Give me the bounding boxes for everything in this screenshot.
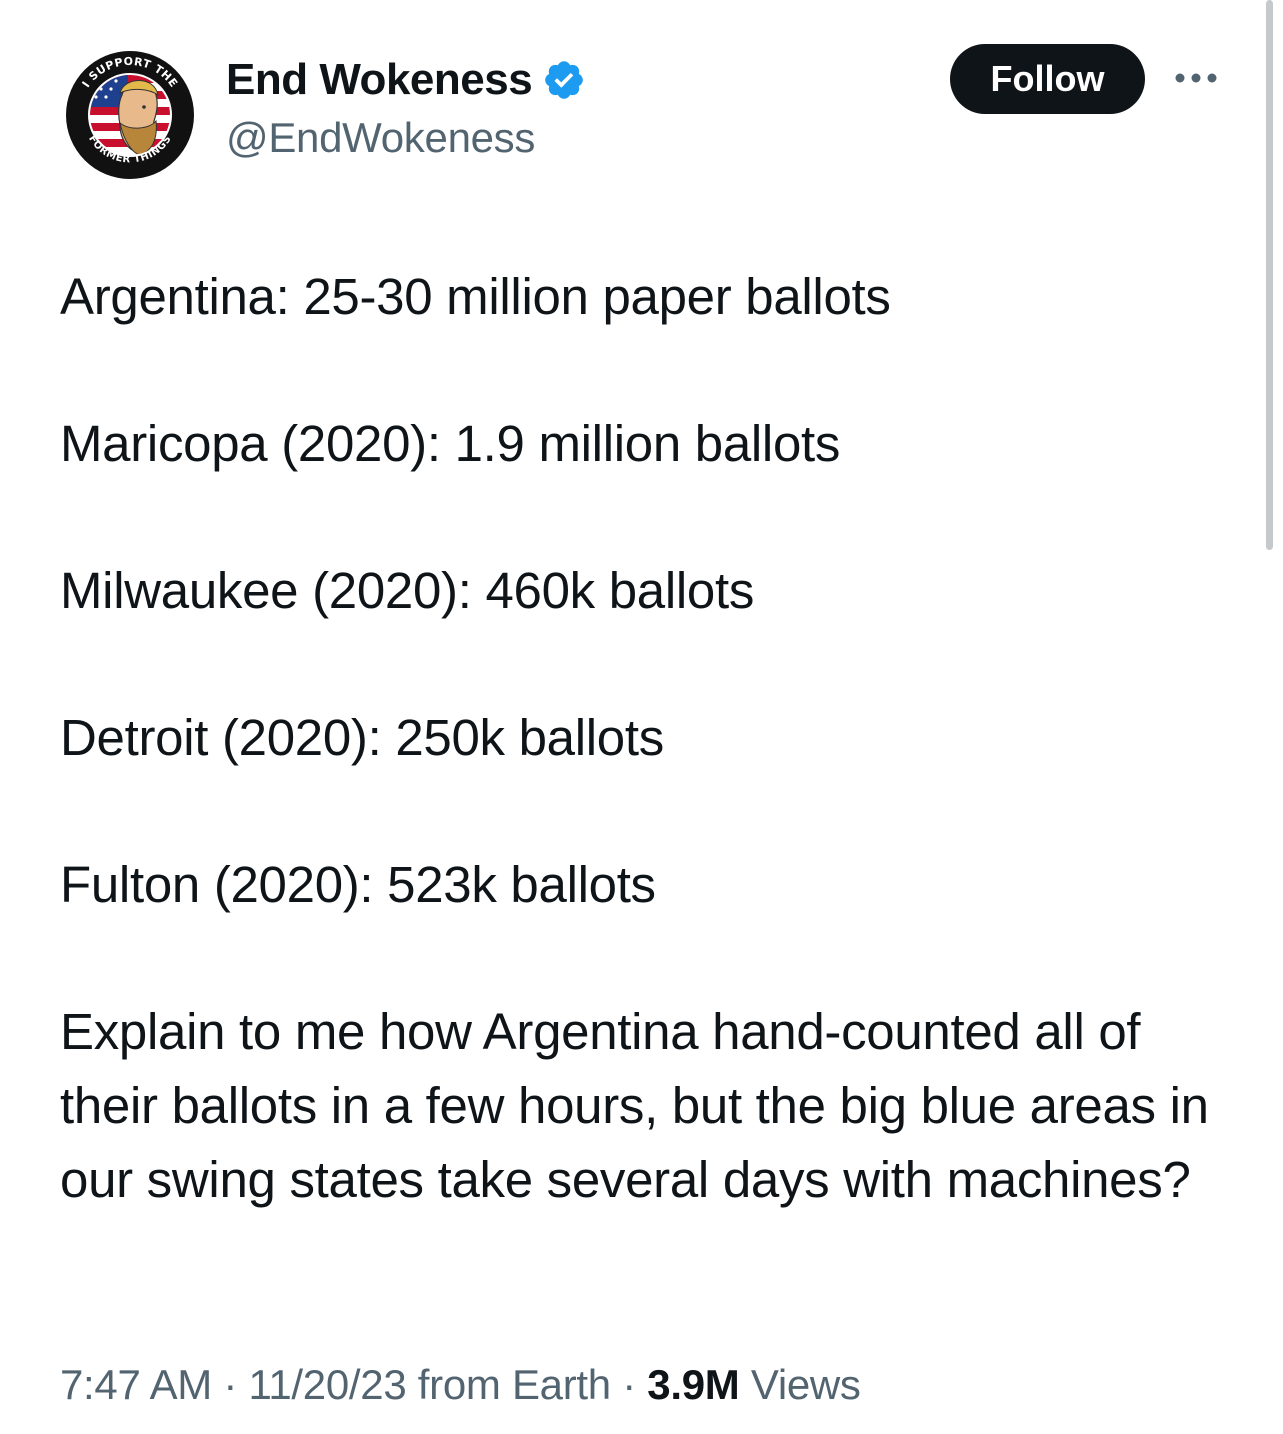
tweet-paragraph-milwaukee: Milwaukee (2020): 460k ballots [60,562,755,619]
tweet-paragraph-fulton: Fulton (2020): 523k ballots [60,856,656,913]
tweet-paragraph-maricopa: Maricopa (2020): 1.9 million ballots [60,415,841,472]
author-info: End Wokeness @EndWokeness [226,52,586,162]
tweet-date[interactable]: 11/20/23 [248,1361,406,1408]
author-handle[interactable]: @EndWokeness [226,114,586,162]
tweet-paragraph-detroit: Detroit (2020): 250k ballots [60,709,664,766]
avatar-badge-icon: I SUPPORT THE FORMER THINGS [60,45,200,185]
author-display-name[interactable]: End Wokeness [226,55,533,105]
tweet-paragraph-question: Explain to me how Argentina hand-counted… [60,1003,1209,1208]
tweet-paragraph-argentina: Argentina: 25-30 million paper ballots [60,268,891,325]
verified-badge-icon[interactable] [542,58,586,102]
meta-separator: · [212,1361,249,1408]
follow-button[interactable]: Follow [950,44,1145,114]
tweet-container: I SUPPORT THE FORMER THINGS End Wokeness… [0,0,1283,1434]
meta-separator: · [610,1361,648,1408]
more-options-icon[interactable] [1168,58,1224,98]
author-avatar[interactable]: I SUPPORT THE FORMER THINGS [60,45,200,185]
tweet-meta: 7:47 AM · 11/20/23 from Earth · 3.9M Vie… [60,1361,861,1409]
tweet-source: from Earth [417,1361,611,1408]
views-count[interactable]: 3.9M [647,1361,739,1408]
scrollbar-thumb[interactable] [1266,0,1273,550]
tweet-text: Argentina: 25-30 million paper ballots M… [60,260,1230,1217]
author-name-row: End Wokeness [226,52,586,108]
views-label: Views [750,1361,861,1408]
tweet-time[interactable]: 7:47 AM [60,1361,212,1408]
